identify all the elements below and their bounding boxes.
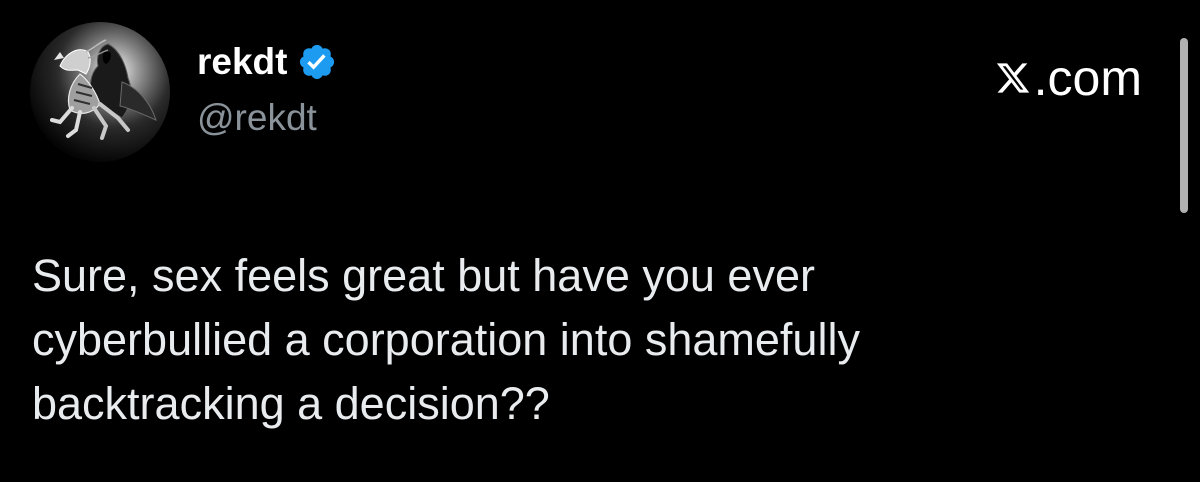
verified-badge-icon: [297, 42, 337, 82]
author-handle[interactable]: @rekdt: [197, 96, 317, 140]
tweet-text-line: Sure, sex feels great but have you ever: [32, 250, 815, 301]
avatar[interactable]: [30, 22, 170, 162]
tweet-text-line: backtracking a decision??: [32, 378, 550, 429]
tweet-text-line: cyberbullied a corporation into shameful…: [32, 314, 860, 365]
author-name-row: rekdt: [197, 40, 337, 84]
tweet-text: Sure, sex feels great but have you ever …: [32, 244, 1152, 436]
scrollbar[interactable]: [1180, 38, 1188, 213]
site-watermark: .com: [995, 50, 1142, 106]
display-name[interactable]: rekdt: [197, 40, 287, 84]
skeletal-horse-rider-icon: [30, 22, 170, 162]
site-domain-label: .com: [1033, 50, 1142, 106]
tweet-card: rekdt @rekdt .com Sure, sex feels great …: [0, 0, 1200, 482]
x-logo-icon: [995, 60, 1031, 96]
